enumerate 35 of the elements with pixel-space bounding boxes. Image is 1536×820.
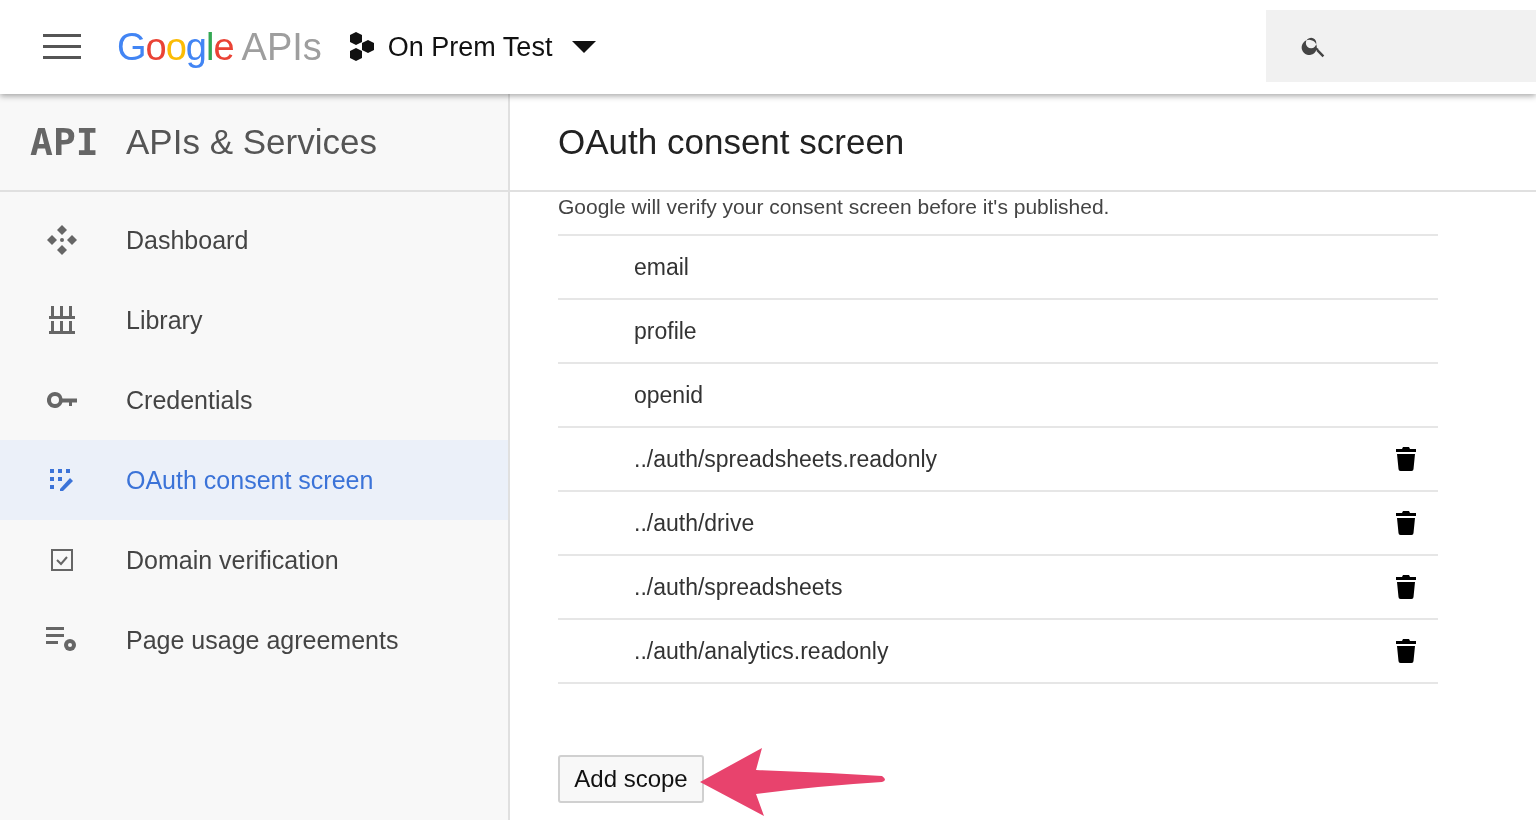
project-selector[interactable]: On Prem Test bbox=[347, 31, 597, 63]
scope-name: ../auth/drive bbox=[634, 509, 755, 537]
columns-icon bbox=[49, 306, 75, 334]
list-gear-icon bbox=[46, 627, 78, 653]
delete-icon[interactable] bbox=[1396, 511, 1416, 535]
scope-name: openid bbox=[634, 381, 704, 409]
sidebar-item[interactable]: Domain verification bbox=[0, 520, 508, 600]
apis-logo-text: APIs bbox=[241, 25, 322, 69]
key-icon bbox=[47, 392, 77, 408]
sidebar-item[interactable]: OAuth consent screen bbox=[0, 440, 508, 520]
delete-icon[interactable] bbox=[1396, 639, 1416, 663]
scope-name: profile bbox=[634, 317, 697, 345]
add-scope-button[interactable]: Add scope bbox=[558, 755, 704, 803]
caret-icon bbox=[572, 41, 597, 53]
page-title: OAuth consent screen bbox=[558, 122, 905, 162]
scope-name: ../auth/spreadsheets.readonly bbox=[634, 445, 938, 473]
delete-icon[interactable] bbox=[1396, 447, 1416, 471]
description-text: Google will verify your consent screen before it's published. bbox=[558, 192, 1438, 236]
api-logo: API bbox=[30, 120, 100, 164]
hexagons-icon bbox=[347, 32, 376, 62]
checkbox-icon bbox=[51, 549, 73, 571]
sidebar-item[interactable]: Dashboard bbox=[0, 200, 508, 280]
dots-pencil-icon bbox=[50, 469, 74, 491]
scope-name: email bbox=[634, 253, 689, 281]
sidebar-item[interactable]: Page usage agreements bbox=[0, 600, 508, 680]
sidebar-item[interactable]: Library bbox=[0, 280, 508, 360]
menu-icon[interactable] bbox=[43, 34, 81, 60]
search-field[interactable] bbox=[1266, 10, 1536, 82]
diamonds-icon bbox=[46, 224, 78, 256]
delete-icon[interactable] bbox=[1396, 575, 1416, 599]
section-title: APIs & Services bbox=[126, 122, 377, 162]
sidebar-item[interactable]: Credentials bbox=[0, 360, 508, 440]
scope-name: ../auth/analytics.readonly bbox=[634, 637, 889, 665]
google-logo: Google bbox=[117, 25, 234, 69]
scope-name: ../auth/spreadsheets bbox=[634, 573, 843, 601]
